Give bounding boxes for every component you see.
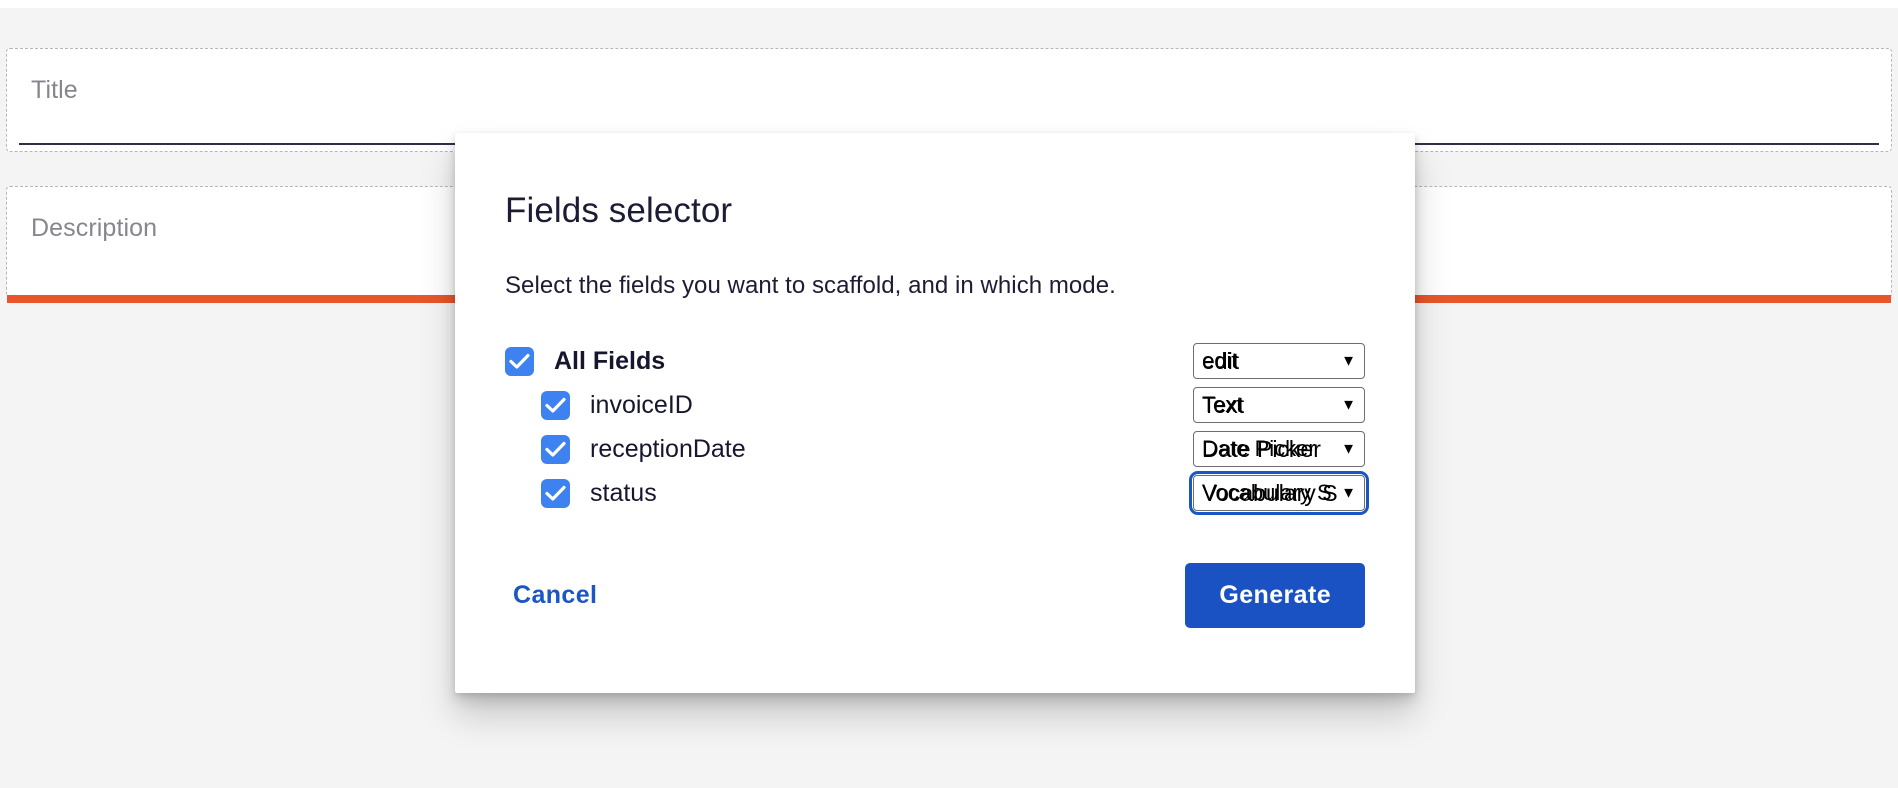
field-row: receptionDate Date Picker Date Picker ▼ [505,427,1365,471]
field-label: invoiceID [590,391,693,419]
field-list: All Fields edit edit ▼ invoiceID Text Text ▼ rec… [505,339,1369,515]
checkbox-checked-icon[interactable] [541,390,570,420]
dialog-title: Fields selector [505,191,733,230]
field-row: All Fields edit edit ▼ [505,339,1365,383]
checkbox-checked-icon[interactable] [541,478,570,508]
fields-selector-dialog: Fields selector Select the fields you wa… [455,133,1415,693]
checkbox-checked-icon[interactable] [541,434,570,464]
mode-select[interactable]: Date Picker [1193,431,1365,467]
field-row: invoiceID Text Text ▼ [505,383,1365,427]
mode-select-wrapper: Vocabulary S Vocabulary S ▼ [1189,471,1369,515]
field-label: status [590,479,657,507]
field-label: All Fields [554,347,666,375]
mode-select-wrapper: edit edit ▼ [1193,343,1365,379]
field-label: receptionDate [590,435,746,463]
cancel-button[interactable]: Cancel [505,569,605,622]
dialog-actions: Cancel Generate [505,563,1365,628]
mode-select[interactable]: Vocabulary S [1193,475,1365,511]
field-row: status Vocabulary S Vocabulary S ▼ [505,471,1369,515]
generate-button[interactable]: Generate [1185,563,1365,628]
mode-select-wrapper: Text Text ▼ [1193,387,1365,423]
mode-select[interactable]: edit [1193,343,1365,379]
dialog-subtitle: Select the fields you want to scaffold, … [505,272,1116,299]
mode-select[interactable]: Text [1193,387,1365,423]
mode-select-wrapper: Date Picker Date Picker ▼ [1193,431,1365,467]
checkbox-checked-icon[interactable] [505,346,534,376]
